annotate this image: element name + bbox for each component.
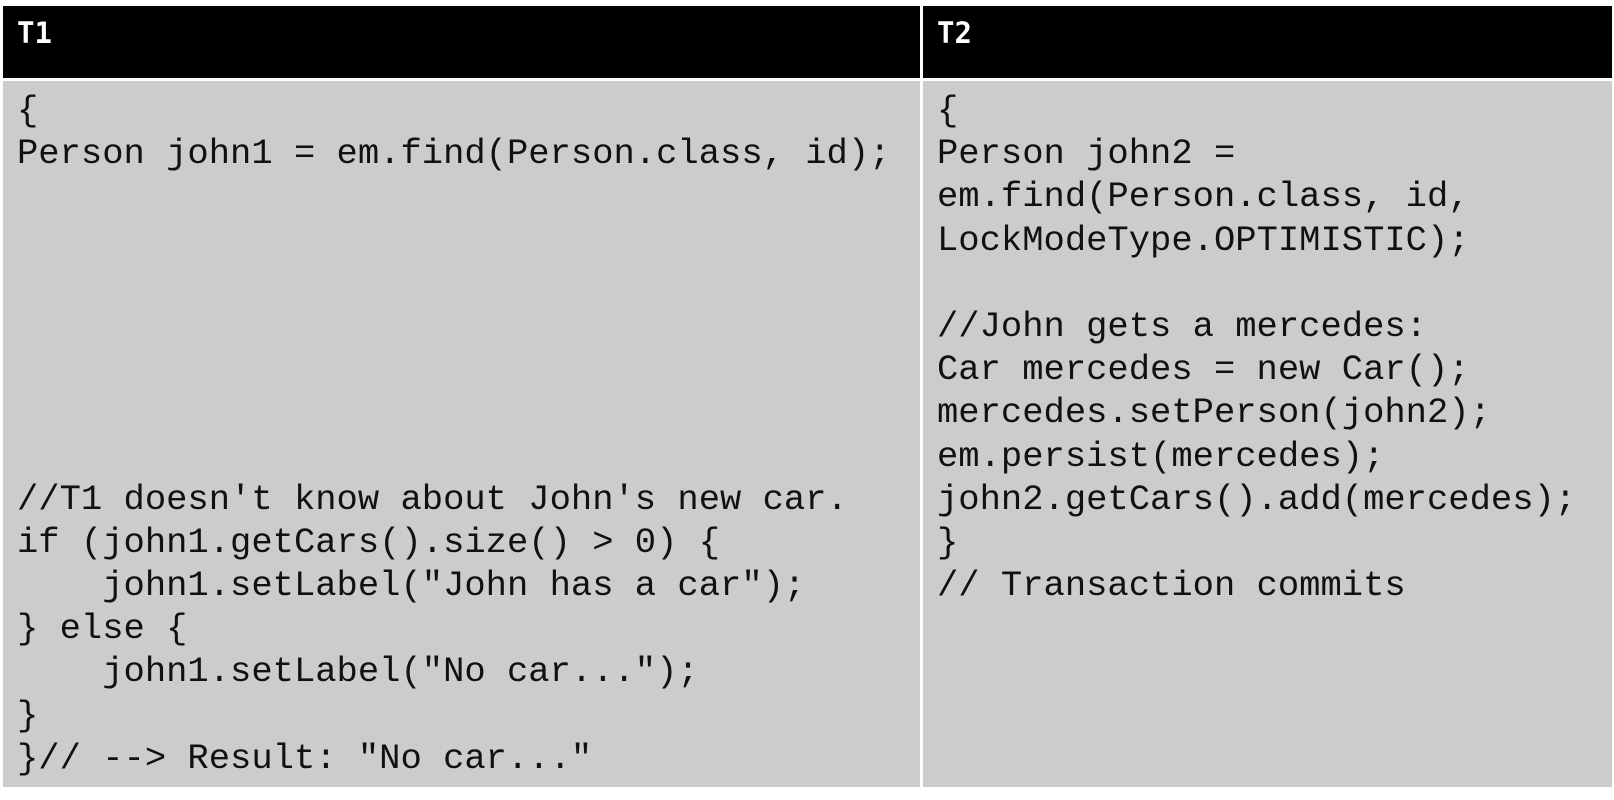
t1-code-cell: {Person john1 = em.find(Person.class, id… bbox=[0, 78, 923, 790]
code-line: LockModeType.OPTIMISTIC); bbox=[937, 219, 1470, 261]
table-header-row: T1 T2 bbox=[0, 3, 1614, 81]
code-line: em.persist(mercedes); bbox=[937, 435, 1385, 477]
t2-code-block: {Person john2 = em.find(Person.class, id,… bbox=[923, 81, 1612, 607]
code-line: Person john2 = bbox=[937, 133, 1236, 175]
code-line: Car mercedes = new Car(); bbox=[937, 349, 1470, 391]
code-comparison-slide: T1 T2 {Person john1 = em.find(Person.cla… bbox=[0, 0, 1614, 800]
code-line: em.find(Person.class, id, bbox=[937, 176, 1470, 218]
transaction-comparison-table: T1 T2 {Person john1 = em.find(Person.cla… bbox=[0, 3, 1614, 790]
header-t2: T2 bbox=[920, 3, 1614, 81]
code-line: } bbox=[937, 521, 959, 563]
t1-code-block: {Person john1 = em.find(Person.class, id… bbox=[3, 81, 920, 780]
code-line: // Transaction commits bbox=[937, 565, 1406, 607]
header-t1: T1 bbox=[0, 3, 923, 81]
code-line: john1.setLabel("John has a car"); bbox=[17, 565, 806, 607]
code-line: } bbox=[17, 694, 39, 736]
t2-code-cell: {Person john2 = em.find(Person.class, id,… bbox=[920, 78, 1614, 790]
header-t2-label: T2 bbox=[937, 16, 972, 50]
code-line: }// --> Result: "No car..." bbox=[17, 737, 593, 779]
code-line: { bbox=[937, 90, 959, 131]
code-line: { bbox=[17, 90, 39, 131]
table-body-row: {Person john1 = em.find(Person.class, id… bbox=[0, 78, 1614, 790]
header-t1-label: T1 bbox=[17, 16, 52, 50]
code-line: //John gets a mercedes: bbox=[937, 305, 1427, 347]
code-line: mercedes.setPerson(john2); bbox=[937, 392, 1491, 434]
code-line: if (john1.getCars().size() > 0) { bbox=[17, 521, 721, 563]
code-line: john1.setLabel("No car..."); bbox=[17, 651, 699, 693]
code-line: Person john1 = em.find(Person.class, id)… bbox=[17, 133, 891, 175]
code-line: } else { bbox=[17, 608, 188, 650]
code-line: //T1 doesn't know about John's new car. bbox=[17, 478, 848, 520]
code-line: john2.getCars().add(mercedes); bbox=[937, 478, 1577, 520]
